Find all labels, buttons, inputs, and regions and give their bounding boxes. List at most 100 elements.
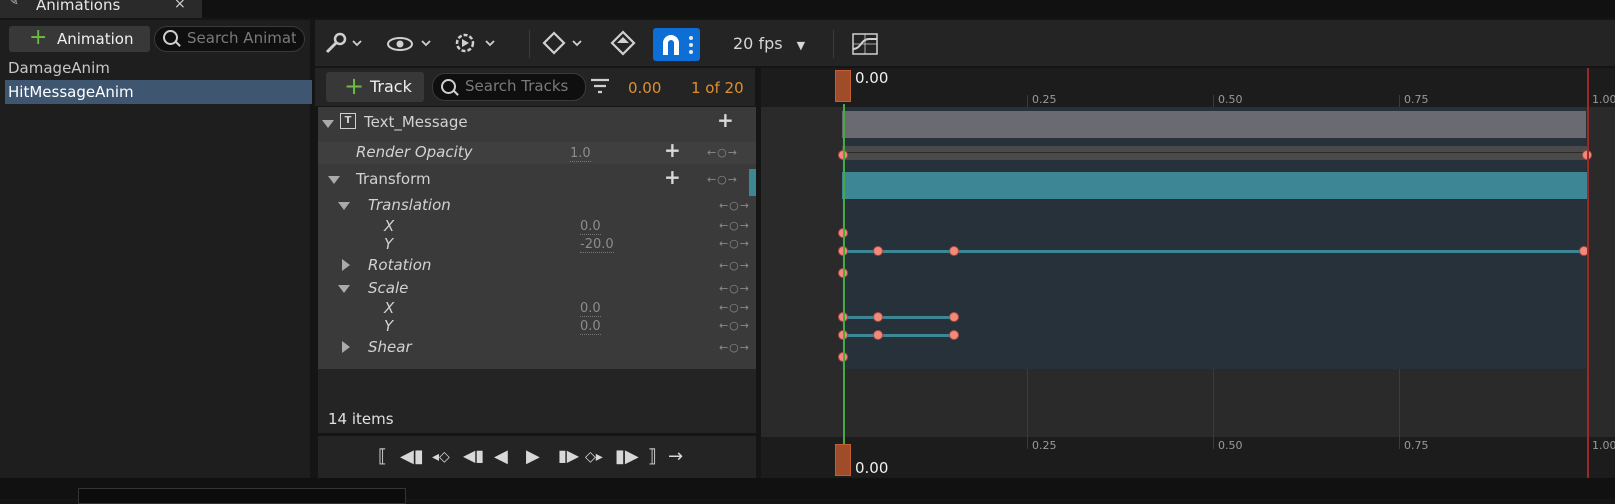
add-track-label: Track xyxy=(370,77,412,96)
time-ruler-top[interactable] xyxy=(761,68,1615,107)
toolbar-divider xyxy=(833,30,834,58)
time-ruler-bottom[interactable] xyxy=(761,437,1615,478)
keyframe[interactable] xyxy=(873,330,883,340)
render-opacity-row[interactable]: Render Opacity 1.0 + ←○→ xyxy=(318,138,756,164)
expand-arrow-icon[interactable] xyxy=(342,341,350,353)
filter-icon[interactable] xyxy=(590,77,609,95)
key-navigation-icon[interactable]: ←○→ xyxy=(719,341,750,354)
animation-item[interactable]: DamageAnim xyxy=(8,56,313,80)
track-search-input[interactable] xyxy=(465,77,577,95)
items-count: 14 items xyxy=(328,410,394,428)
eye-icon[interactable] xyxy=(386,30,432,61)
wrench-icon[interactable] xyxy=(324,30,362,61)
next-key-icon[interactable]: ◇▸ xyxy=(585,449,603,465)
step-forward-icon[interactable]: ▮▶ xyxy=(558,446,579,465)
playhead-handle[interactable] xyxy=(835,444,851,476)
fps-dropdown[interactable]: 20 fps ▼ xyxy=(733,34,805,53)
current-time[interactable]: 0.00 xyxy=(628,79,661,97)
jump-to-start-icon[interactable]: ⟦ xyxy=(378,446,387,467)
gridline xyxy=(1027,95,1028,107)
key-navigation-icon[interactable]: ←○→ xyxy=(719,259,750,272)
curve-editor-icon[interactable] xyxy=(851,31,879,62)
gridline xyxy=(1213,95,1214,107)
transform-section-bar[interactable] xyxy=(842,172,1588,199)
channel-value[interactable]: -20.0 xyxy=(580,238,614,253)
translation-x-row[interactable]: X 0.0 ←○→ xyxy=(318,217,756,235)
scale-x-curve xyxy=(845,316,955,319)
collapse-arrow-icon[interactable] xyxy=(322,120,334,128)
previous-frame-icon[interactable]: ◀▮ xyxy=(400,446,424,467)
loop-icon[interactable]: → xyxy=(668,446,683,467)
channel-label: Y xyxy=(384,235,394,253)
translation-y-row[interactable]: Y -20.0 ←○→ xyxy=(318,235,756,253)
key-navigation-icon[interactable]: ←○→ xyxy=(719,219,750,232)
keyframe[interactable] xyxy=(949,312,959,322)
playback-settings-icon[interactable] xyxy=(452,30,502,61)
add-track-icon[interactable]: + xyxy=(717,108,734,132)
scale-y-row[interactable]: Y 0.0 ←○→ xyxy=(318,317,756,335)
previous-key-icon[interactable]: ◂◇ xyxy=(432,449,450,465)
scale-row[interactable]: Scale ←○→ xyxy=(318,278,756,300)
keyframe[interactable] xyxy=(949,330,959,340)
shear-row[interactable]: Shear ←○→ xyxy=(318,337,756,359)
keyframe[interactable] xyxy=(873,246,883,256)
play-icon[interactable]: ▶ xyxy=(526,446,540,467)
animation-search-input[interactable] xyxy=(187,29,296,47)
track-value[interactable]: 1.0 xyxy=(570,147,591,162)
collapse-arrow-icon[interactable] xyxy=(338,202,350,210)
sequencer-toolbar xyxy=(315,20,1615,66)
add-key-icon[interactable]: + xyxy=(664,138,681,162)
track-search[interactable] xyxy=(432,73,586,101)
plus-icon: + xyxy=(29,25,48,50)
collapse-arrow-icon[interactable] xyxy=(328,176,340,184)
channel-value[interactable]: 0.0 xyxy=(580,302,601,317)
playback-end-marker[interactable] xyxy=(1587,68,1589,478)
track-label: Transform xyxy=(356,170,431,188)
channel-value[interactable]: 0.0 xyxy=(580,320,601,335)
key-add-icon[interactable] xyxy=(610,30,636,61)
next-frame-icon[interactable]: ▮▶ xyxy=(615,446,639,467)
key-navigation-icon[interactable]: ←○→ xyxy=(719,282,750,295)
key-icon[interactable] xyxy=(541,30,587,61)
collapse-arrow-icon[interactable] xyxy=(338,285,350,293)
key-navigation-icon[interactable]: ←○→ xyxy=(719,301,750,314)
transform-row[interactable]: Transform + ←○→ xyxy=(318,165,756,196)
gridline xyxy=(1027,437,1028,449)
expand-arrow-icon[interactable] xyxy=(342,259,350,271)
animation-item-selected[interactable]: HitMessageAnim xyxy=(5,80,312,104)
step-back-icon[interactable]: ◀▮ xyxy=(463,446,484,465)
object-row[interactable]: T Text_Message + xyxy=(318,108,756,134)
key-navigation-icon[interactable]: ←○→ xyxy=(719,199,750,212)
gridline xyxy=(1399,95,1400,107)
keyframe[interactable] xyxy=(873,312,883,322)
key-navigation-icon[interactable]: ←○→ xyxy=(719,237,750,250)
snap-toggle-button[interactable] xyxy=(653,28,700,61)
tick-label: 1.00 xyxy=(1592,439,1615,452)
animation-search[interactable] xyxy=(154,26,305,52)
gridline xyxy=(1399,437,1400,449)
scale-x-row[interactable]: X 0.0 ←○→ xyxy=(318,299,756,317)
rotation-row[interactable]: Rotation ←○→ xyxy=(318,255,756,277)
render-opacity-section[interactable] xyxy=(842,146,1588,160)
add-animation-button[interactable]: + Animation xyxy=(9,26,150,52)
close-icon[interactable]: × xyxy=(174,0,186,12)
channel-value[interactable]: 0.0 xyxy=(580,220,601,235)
translation-row[interactable]: Translation ←○→ xyxy=(318,195,756,217)
tick-label: 0.50 xyxy=(1218,439,1243,452)
opacity-curve xyxy=(842,152,1588,153)
play-reverse-icon[interactable]: ◀ xyxy=(494,446,508,467)
key-navigation-icon[interactable]: ←○→ xyxy=(707,146,738,159)
channel-label: Y xyxy=(384,317,394,335)
key-navigation-icon[interactable]: ←○→ xyxy=(707,173,738,186)
playhead-handle[interactable] xyxy=(835,70,851,102)
more-icon[interactable] xyxy=(688,35,694,55)
add-track-button[interactable]: + Track xyxy=(326,72,424,102)
jump-to-end-icon[interactable]: ⟧ xyxy=(648,446,657,467)
add-key-icon[interactable]: + xyxy=(664,165,681,189)
object-section-bar[interactable] xyxy=(842,111,1586,138)
key-navigation-icon[interactable]: ←○→ xyxy=(719,319,750,332)
fps-label: 20 fps xyxy=(733,34,783,53)
console-input[interactable] xyxy=(78,488,406,504)
keyframe[interactable] xyxy=(949,246,959,256)
track-color-tab xyxy=(749,169,756,196)
